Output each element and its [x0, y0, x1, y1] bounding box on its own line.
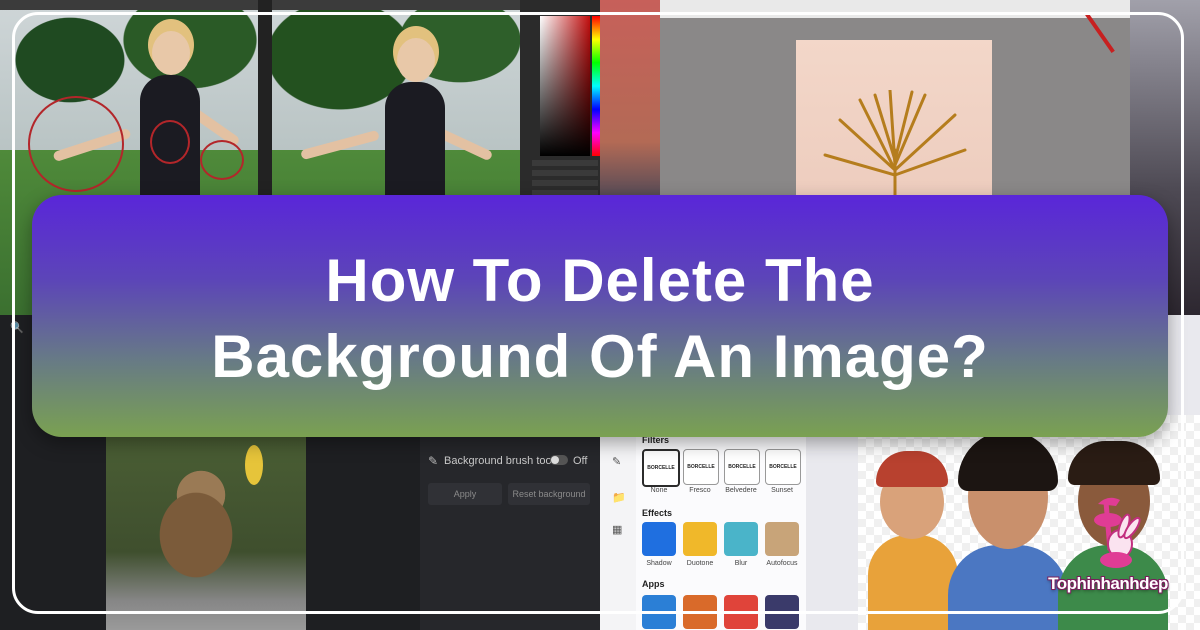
effect-thumb-blur[interactable]	[724, 522, 758, 556]
filter-thumb-none[interactable]: BORCELLE	[642, 449, 680, 487]
apps-grid-icon[interactable]: ▦	[612, 523, 624, 536]
person-shirt	[868, 535, 958, 630]
dried-plant	[823, 90, 967, 200]
effect-label: Shadow	[646, 560, 672, 567]
person-hair	[958, 431, 1058, 491]
person-hat	[876, 451, 948, 487]
apps-title: Apps	[642, 579, 665, 589]
effects-title: Effects	[642, 508, 673, 518]
effect-thumb-autofocus[interactable]	[765, 522, 799, 556]
apply-button[interactable]: Apply	[428, 483, 502, 505]
pen-icon[interactable]: ✎	[612, 455, 624, 468]
zoom-icon: 🔍	[10, 322, 24, 334]
background-brush-row[interactable]: ✎ Background brush tool Off	[428, 452, 588, 470]
rabbit-logo-icon	[1094, 497, 1141, 568]
yellow-tulip	[245, 445, 263, 485]
tool-options-panel	[420, 415, 600, 630]
filter-label: Belvedere	[725, 487, 757, 494]
highlight-circle	[150, 120, 190, 164]
headline-line-1: How To Delete The	[325, 247, 875, 314]
hue-slider	[592, 16, 600, 156]
headline: How To Delete The Background Of An Image…	[32, 243, 1168, 395]
dog-photo	[106, 435, 306, 630]
headline-line-2: Background Of An Image?	[211, 323, 989, 390]
effect-label: Duotone	[686, 560, 714, 567]
brush-icon: ✎	[428, 454, 439, 468]
app-thumb[interactable]	[683, 595, 717, 629]
thumbnail-canvas: 🔍 ✎ Background brush tool Off Apply Rese…	[0, 0, 1200, 630]
filter-label: None	[650, 487, 668, 494]
filter-label: Fresco	[689, 487, 711, 494]
top-strip	[660, 0, 1130, 18]
effect-label: Blur	[734, 560, 748, 567]
reset-background-button[interactable]: Reset background	[508, 483, 590, 505]
background-brush-toggle[interactable]	[550, 455, 568, 465]
filter-thumb-sunset[interactable]: BORCELLE	[765, 449, 801, 485]
filter-label: Sunset	[771, 487, 793, 494]
highlight-circle	[28, 96, 124, 192]
person-hair	[1068, 441, 1160, 485]
highlight-circle	[200, 140, 244, 180]
layers-panel	[532, 160, 598, 200]
logo-text: Tophinhanhdep	[1048, 574, 1168, 593]
filter-thumb-fresco[interactable]: BORCELLE	[683, 449, 719, 485]
toggle-state: Off	[573, 455, 588, 467]
effect-thumb-duotone[interactable]	[683, 522, 717, 556]
headline-banner: How To Delete The Background Of An Image…	[32, 195, 1168, 437]
app-thumb[interactable]	[724, 595, 758, 629]
app-thumb[interactable]	[765, 595, 799, 629]
app-thumb[interactable]	[642, 595, 676, 629]
tophinhanhdep-logo[interactable]: Tophinhanhdep	[1028, 490, 1188, 600]
effect-label: Autofocus	[766, 560, 798, 567]
filter-thumb-belvedere[interactable]: BORCELLE	[724, 449, 760, 485]
background-brush-label: Background brush tool	[444, 455, 555, 467]
folder-icon[interactable]: 📁	[612, 491, 626, 504]
effect-thumb-shadow[interactable]	[642, 522, 676, 556]
color-field	[540, 16, 590, 156]
editor-toolbar: ✎ 📁 ▦	[600, 415, 636, 630]
